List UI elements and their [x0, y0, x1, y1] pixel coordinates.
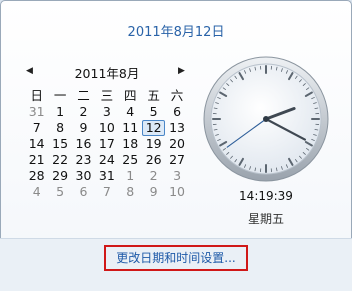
day-cell[interactable]: 9: [72, 120, 95, 136]
day-cell[interactable]: 3: [95, 104, 118, 120]
weekday-header: 日: [25, 88, 48, 104]
day-cell[interactable]: 18: [119, 136, 142, 152]
day-cell[interactable]: 23: [72, 152, 95, 168]
next-month-button[interactable]: ▶: [178, 66, 185, 76]
day-cell[interactable]: 7: [25, 120, 48, 136]
month-year-label[interactable]: 2011年8月: [64, 63, 150, 82]
calendar-grid: 日 一 二 三 四 五 六 31 1 2 3 4 5 6 7 8 9 10 11…: [25, 88, 189, 200]
day-cell[interactable]: 19: [142, 136, 165, 152]
day-cell[interactable]: 28: [25, 168, 48, 184]
day-cell[interactable]: 10: [95, 120, 118, 136]
day-cell[interactable]: 22: [48, 152, 71, 168]
weekday-label: 星期五: [203, 210, 329, 227]
previous-month-button[interactable]: ◀: [26, 66, 33, 76]
week-row: 28 29 30 31 1 2 3: [25, 168, 189, 184]
day-cell[interactable]: 13: [165, 120, 188, 136]
week-row: 7 8 9 10 11 12 13: [25, 120, 189, 136]
weekday-header: 六: [165, 88, 188, 104]
weekday-header: 四: [119, 88, 142, 104]
day-cell[interactable]: 9: [142, 184, 165, 200]
day-cell[interactable]: 10: [165, 184, 188, 200]
day-cell[interactable]: 5: [142, 104, 165, 120]
day-cell[interactable]: 26: [142, 152, 165, 168]
day-cell[interactable]: 4: [25, 184, 48, 200]
change-date-time-settings-link[interactable]: 更改日期和时间设置...: [104, 245, 248, 271]
day-cell[interactable]: 2: [142, 168, 165, 184]
day-cell[interactable]: 25: [119, 152, 142, 168]
weekday-header: 三: [95, 88, 118, 104]
day-cell[interactable]: 7: [95, 184, 118, 200]
digital-time: 14:19:39: [203, 189, 329, 203]
week-row: 4 5 6 7 8 9 10: [25, 184, 189, 200]
day-cell[interactable]: 30: [72, 168, 95, 184]
full-date-link[interactable]: 2011年8月12日: [0, 21, 352, 40]
weekday-header: 一: [48, 88, 71, 104]
day-cell[interactable]: 3: [165, 168, 188, 184]
day-cell[interactable]: 17: [95, 136, 118, 152]
day-cell[interactable]: 6: [72, 184, 95, 200]
day-cell[interactable]: 27: [165, 152, 188, 168]
day-cell[interactable]: 8: [119, 184, 142, 200]
day-cell[interactable]: 11: [119, 120, 142, 136]
day-cell[interactable]: 6: [165, 104, 188, 120]
day-cell-today[interactable]: 12: [142, 120, 165, 136]
day-cell[interactable]: 29: [48, 168, 71, 184]
day-cell[interactable]: 21: [25, 152, 48, 168]
day-cell[interactable]: 16: [72, 136, 95, 152]
analog-clock: [203, 56, 329, 182]
day-cell[interactable]: 31: [95, 168, 118, 184]
day-cell[interactable]: 14: [25, 136, 48, 152]
day-cell[interactable]: 5: [48, 184, 71, 200]
weekday-header-row: 日 一 二 三 四 五 六: [25, 88, 189, 104]
day-cell[interactable]: 31: [25, 104, 48, 120]
week-row: 31 1 2 3 4 5 6: [25, 104, 189, 120]
day-cell[interactable]: 2: [72, 104, 95, 120]
day-cell[interactable]: 24: [95, 152, 118, 168]
day-cell[interactable]: 20: [165, 136, 188, 152]
day-cell[interactable]: 1: [48, 104, 71, 120]
weekday-header: 五: [142, 88, 165, 104]
week-row: 21 22 23 24 25 26 27: [25, 152, 189, 168]
day-cell[interactable]: 15: [48, 136, 71, 152]
day-cell[interactable]: 1: [119, 168, 142, 184]
day-cell[interactable]: 8: [48, 120, 71, 136]
week-row: 14 15 16 17 18 19 20: [25, 136, 189, 152]
weekday-header: 二: [72, 88, 95, 104]
day-cell[interactable]: 4: [119, 104, 142, 120]
